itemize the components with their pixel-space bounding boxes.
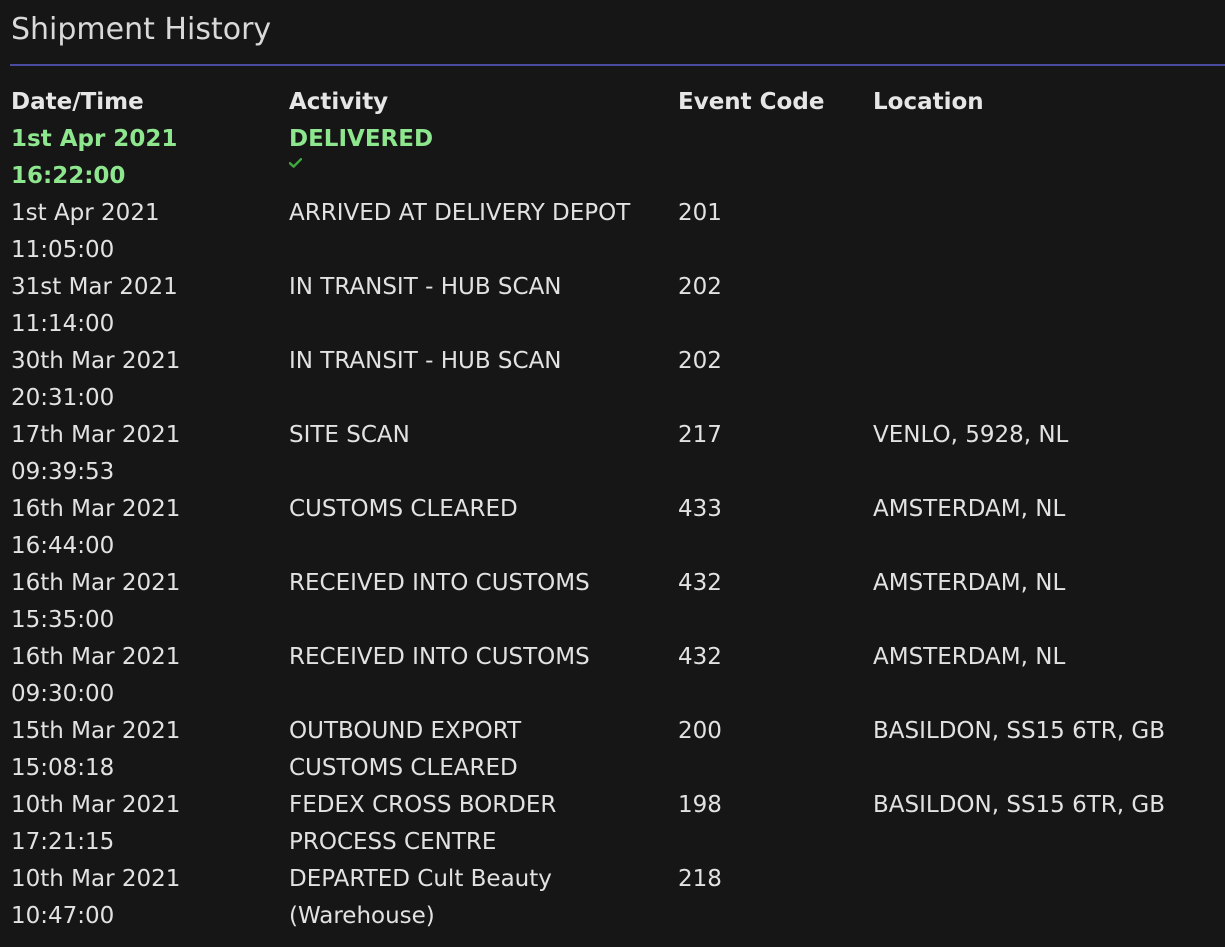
table-row-delivered: 1st Apr 2021 16:22:00 DELIVERED (11, 121, 1225, 195)
event-time: 17:21:15 (11, 829, 115, 855)
activity-text: DEPARTED Cult Beauty (289, 866, 552, 892)
event-time: 11:05:00 (11, 237, 115, 263)
event-date: 15th Mar 2021 (11, 718, 181, 744)
activity-text: OUTBOUND EXPORT (289, 718, 522, 744)
header-event-code: Event Code (678, 89, 825, 115)
activity-text: IN TRANSIT - HUB SCAN (289, 274, 562, 300)
activity-text: FEDEX CROSS BORDER (289, 792, 557, 818)
cell-activity: FEDEX CROSS BORDER PROCESS CENTRE (289, 787, 678, 861)
cell-date-time: 1st Apr 2021 16:22:00 (11, 121, 289, 195)
table-header-row: Date/Time Activity Event Code Location (11, 84, 1225, 121)
table-row: 31st Mar 2021 11:14:00 IN TRANSIT - HUB SC… (11, 269, 1225, 343)
header-date-time: Date/Time (11, 89, 144, 115)
table-row: 30th Mar 2021 20:31:00 IN TRANSIT - HUB SC… (11, 343, 1225, 417)
cell-event-code: 432 (678, 644, 722, 670)
cell-event-code: 217 (678, 422, 722, 448)
table-row: 16th Mar 2021 15:35:00 RECEIVED INTO CUSTO… (11, 565, 1225, 639)
table-row: 1st Apr 2021 11:05:00 ARRIVED AT DELIVERY … (11, 195, 1225, 269)
table-row: 16th Mar 2021 09:30:00 RECEIVED INTO CUSTO… (11, 639, 1225, 713)
check-icon (289, 158, 678, 168)
activity-text: SITE SCAN (289, 422, 410, 448)
activity-text: RECEIVED INTO CUSTOMS (289, 570, 590, 596)
cell-activity: ARRIVED AT DELIVERY DEPOT (289, 195, 678, 232)
event-time: 09:39:53 (11, 459, 115, 485)
cell-date-time: 16th Mar 2021 09:30:00 (11, 639, 289, 713)
cell-date-time: 15th Mar 2021 15:08:18 (11, 713, 289, 787)
header-activity: Activity (289, 89, 389, 115)
cell-event-code: 433 (678, 496, 722, 522)
cell-event-code: 432 (678, 570, 722, 596)
activity-text: DELIVERED (289, 126, 434, 152)
event-date: 10th Mar 2021 (11, 866, 181, 892)
cell-activity: IN TRANSIT - HUB SCAN (289, 269, 678, 306)
event-time: 11:14:00 (11, 311, 115, 337)
cell-activity: SITE SCAN (289, 417, 678, 454)
cell-activity: RECEIVED INTO CUSTOMS (289, 639, 678, 676)
cell-event-code: 218 (678, 866, 722, 892)
cell-date-time: 16th Mar 2021 15:35:00 (11, 565, 289, 639)
cell-date-time: 10th Mar 2021 17:21:15 (11, 787, 289, 861)
event-time: 16:44:00 (11, 533, 115, 559)
activity-line: DELIVERED (289, 121, 678, 168)
event-date: 1st Apr 2021 (11, 126, 178, 152)
table-row: 16th Mar 2021 16:44:00 CUSTOMS CLEARED 433 A… (11, 491, 1225, 565)
activity-text: PROCESS CENTRE (289, 829, 497, 855)
event-date: 31st Mar 2021 (11, 274, 178, 300)
activity-text: IN TRANSIT - HUB SCAN (289, 348, 562, 374)
cell-event-code: 202 (678, 348, 722, 374)
cell-activity: OUTBOUND EXPORT CUSTOMS CLEARED (289, 713, 678, 787)
cell-event-code: 202 (678, 274, 722, 300)
event-date: 30th Mar 2021 (11, 348, 181, 374)
activity-text: (Warehouse) (289, 903, 435, 929)
table-row: 15th Mar 2021 15:08:18 OUTBOUND EXPORT CUST… (11, 713, 1225, 787)
event-time: 09:30:00 (11, 681, 115, 707)
cell-activity: DELIVERED (289, 121, 678, 168)
cell-activity: IN TRANSIT - HUB SCAN (289, 343, 678, 380)
cell-location: AMSTERDAM, NL (873, 644, 1066, 670)
table-body: 1st Apr 2021 16:22:00 DELIVERED 1st Apr 202… (11, 121, 1225, 935)
cell-location: AMSTERDAM, NL (873, 570, 1066, 596)
cell-date-time: 1st Apr 2021 11:05:00 (11, 195, 289, 269)
cell-activity: CUSTOMS CLEARED (289, 491, 678, 528)
cell-date-time: 16th Mar 2021 16:44:00 (11, 491, 289, 565)
cell-date-time: 31st Mar 2021 11:14:00 (11, 269, 289, 343)
table-row: 10th Mar 2021 10:47:00 DEPARTED Cult Beaut… (11, 861, 1225, 935)
cell-location: AMSTERDAM, NL (873, 496, 1066, 522)
activity-text: ARRIVED AT DELIVERY DEPOT (289, 200, 631, 226)
table-row: 17th Mar 2021 09:39:53 SITE SCAN 217 VENLO, … (11, 417, 1225, 491)
cell-event-code: 200 (678, 718, 722, 744)
event-time: 10:47:00 (11, 903, 115, 929)
event-date: 16th Mar 2021 (11, 496, 181, 522)
cell-event-code: 198 (678, 792, 722, 818)
event-date: 17th Mar 2021 (11, 422, 181, 448)
cell-location: BASILDON, SS15 6TR, GB (873, 718, 1166, 744)
activity-text: CUSTOMS CLEARED (289, 496, 518, 522)
cell-location: VENLO, 5928, NL (873, 422, 1069, 448)
event-time: 15:35:00 (11, 607, 115, 633)
event-date: 16th Mar 2021 (11, 570, 181, 596)
event-time: 16:22:00 (11, 163, 126, 189)
activity-text: RECEIVED INTO CUSTOMS (289, 644, 590, 670)
event-time: 15:08:18 (11, 755, 115, 781)
cell-activity: RECEIVED INTO CUSTOMS (289, 565, 678, 602)
cell-date-time: 30th Mar 2021 20:31:00 (11, 343, 289, 417)
event-date: 16th Mar 2021 (11, 644, 181, 670)
event-date: 1st Apr 2021 (11, 200, 160, 226)
cell-date-time: 17th Mar 2021 09:39:53 (11, 417, 289, 491)
table-row: 10th Mar 2021 17:21:15 FEDEX CROSS BORDER P… (11, 787, 1225, 861)
title-divider (10, 64, 1225, 66)
event-time: 20:31:00 (11, 385, 115, 411)
cell-event-code: 201 (678, 200, 722, 226)
page-title: Shipment History (11, 12, 272, 47)
cell-location: BASILDON, SS15 6TR, GB (873, 792, 1166, 818)
cell-date-time: 10th Mar 2021 10:47:00 (11, 861, 289, 935)
activity-text: CUSTOMS CLEARED (289, 755, 518, 781)
header-location: Location (873, 89, 984, 115)
shipment-history-table: Date/Time Activity Event Code Location 1… (11, 84, 1225, 935)
cell-activity: DEPARTED Cult Beauty (Warehouse) (289, 861, 678, 935)
event-date: 10th Mar 2021 (11, 792, 181, 818)
